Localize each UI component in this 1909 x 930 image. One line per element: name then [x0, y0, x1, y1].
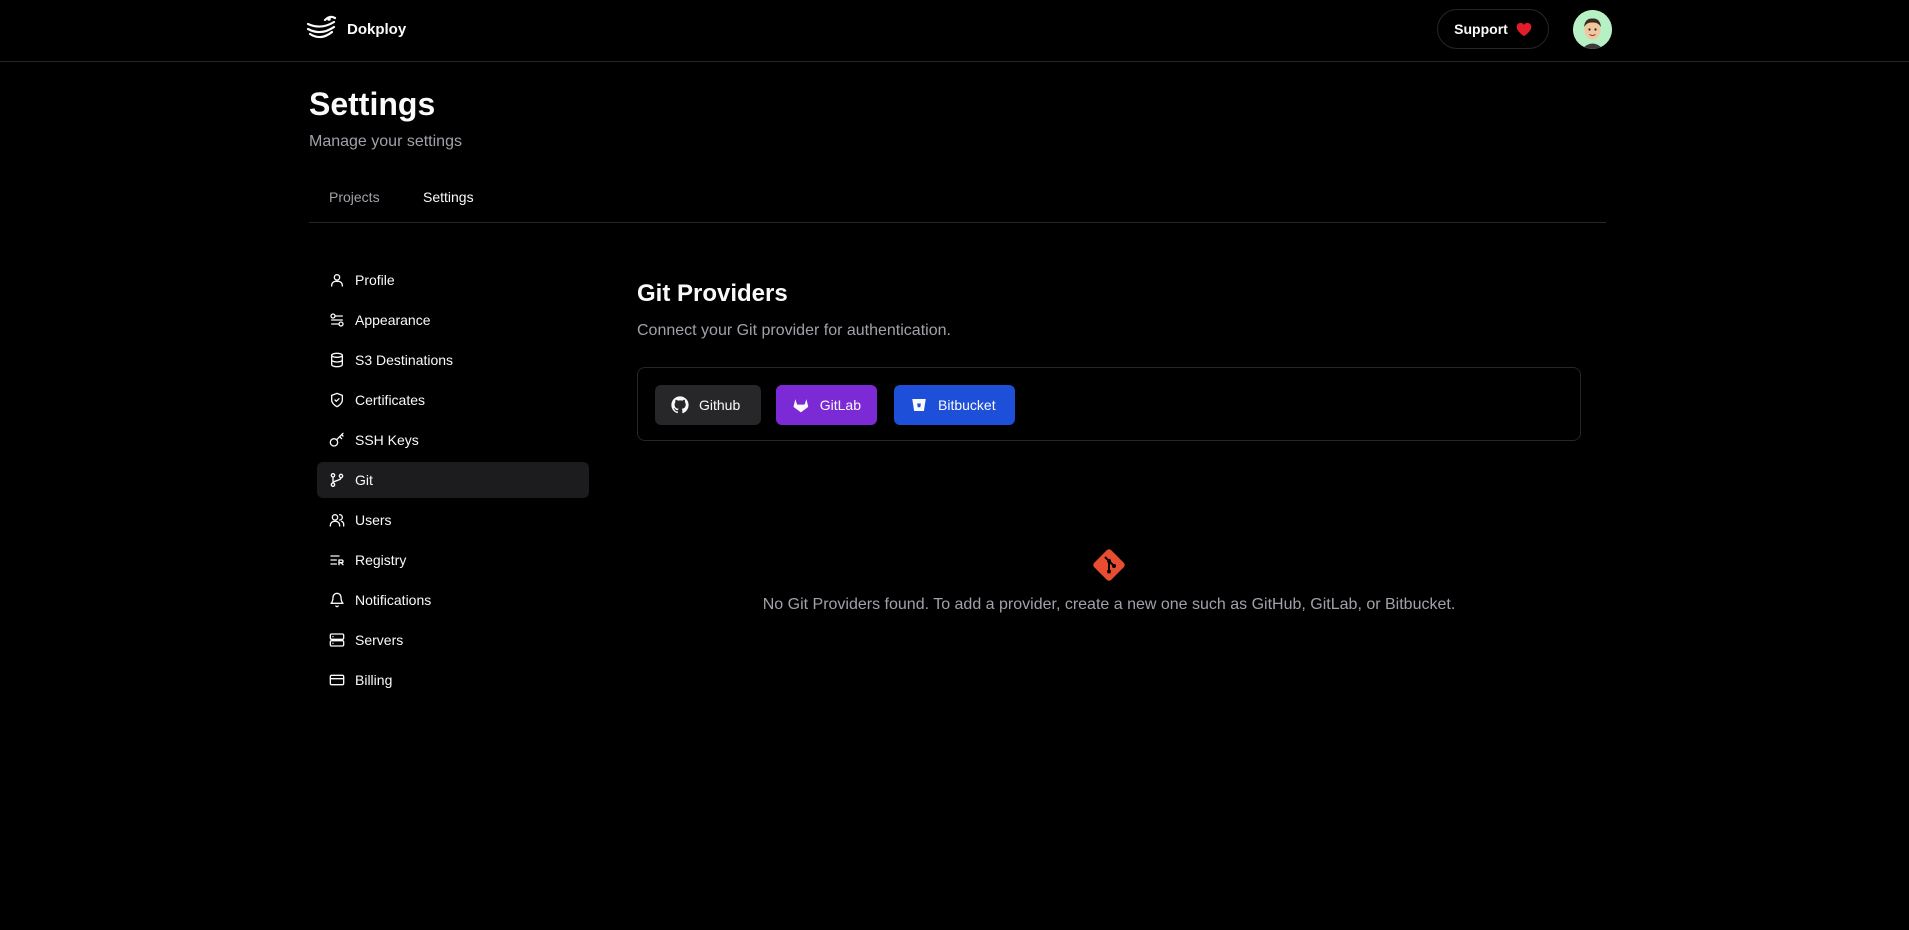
sidebar-item-label: Certificates [355, 392, 426, 408]
user-avatar[interactable] [1573, 10, 1612, 49]
sidebar-item-label: Registry [355, 552, 407, 568]
appearance-icon [330, 313, 344, 327]
shield-check-icon [331, 392, 343, 408]
dokploy-logo-icon [306, 15, 337, 39]
sidebar-item-users[interactable]: Users [317, 502, 589, 538]
git-provider-card: Github GitLab Bitbucket [637, 367, 1581, 441]
git-providers-description: Connect your Git provider for authentica… [637, 322, 951, 339]
sidebar-item-git[interactable]: Git [317, 462, 589, 498]
page-title: Settings [309, 86, 436, 122]
brand-name: Dokploy [347, 20, 407, 38]
sidebar-item-label: Users [355, 512, 392, 528]
github-icon [671, 396, 689, 414]
brand[interactable]: Dokploy [305, 14, 406, 44]
main-tabs: Projects Settings [309, 180, 1606, 223]
page-subtitle: Manage your settings [309, 133, 462, 150]
github-button[interactable]: Github [655, 385, 761, 425]
sidebar-item-label: Profile [355, 272, 395, 288]
sidebar-item-label: Billing [355, 672, 393, 688]
sidebar-item-servers[interactable]: Servers [317, 622, 589, 658]
top-navigation-bar: Dokploy Support [0, 0, 1909, 62]
tab-settings[interactable]: Settings [423, 189, 474, 205]
tab-projects[interactable]: Projects [329, 189, 380, 205]
key-icon [329, 432, 344, 447]
sidebar-item-notifications[interactable]: Notifications [317, 582, 589, 618]
database-icon [331, 352, 343, 368]
sidebar-item-certificates[interactable]: Certificates [317, 382, 589, 418]
server-icon [329, 633, 345, 647]
sidebar-item-profile[interactable]: Profile [317, 262, 589, 298]
user-icon [331, 274, 343, 287]
sidebar-item-s3-destinations[interactable]: S3 Destinations [317, 342, 589, 378]
git-branch-icon [330, 473, 344, 487]
sidebar-item-ssh-keys[interactable]: SSH Keys [317, 422, 589, 458]
sidebar-item-label: Notifications [355, 592, 432, 608]
support-label: Support [1454, 21, 1508, 37]
users-icon [329, 514, 345, 527]
sidebar-item-label: SSH Keys [355, 432, 419, 448]
avatar-face-icon [1573, 10, 1612, 49]
git-providers-title: Git Providers [637, 280, 788, 307]
credit-card-icon [329, 674, 345, 686]
gitlab-button-label: GitLab [819, 397, 861, 413]
sidebar-item-billing[interactable]: Billing [317, 662, 589, 698]
registry-icon [330, 555, 344, 566]
gitlab-button[interactable]: GitLab [776, 385, 877, 425]
sidebar-item-registry[interactable]: Registry [317, 542, 589, 578]
bitbucket-icon [912, 399, 926, 411]
sidebar-item-label: Servers [355, 632, 404, 648]
bell-icon [330, 592, 344, 608]
sidebar-item-appearance[interactable]: Appearance [317, 302, 589, 338]
bitbucket-button[interactable]: Bitbucket [894, 385, 1015, 425]
bitbucket-button-label: Bitbucket [938, 397, 996, 413]
git-logo-icon [1093, 549, 1125, 581]
sidebar-item-label: Git [355, 472, 373, 488]
empty-state-message: No Git Providers found. To add a provide… [762, 596, 1456, 613]
sidebar-item-label: S3 Destinations [355, 352, 454, 368]
support-button[interactable]: Support [1437, 9, 1549, 49]
github-button-label: Github [699, 397, 741, 413]
sidebar-item-label: Appearance [355, 312, 431, 328]
heart-icon [1516, 22, 1532, 36]
gitlab-icon [793, 399, 809, 413]
settings-sidebar: Profile Appearance S3 Destinations Certi… [317, 262, 589, 702]
